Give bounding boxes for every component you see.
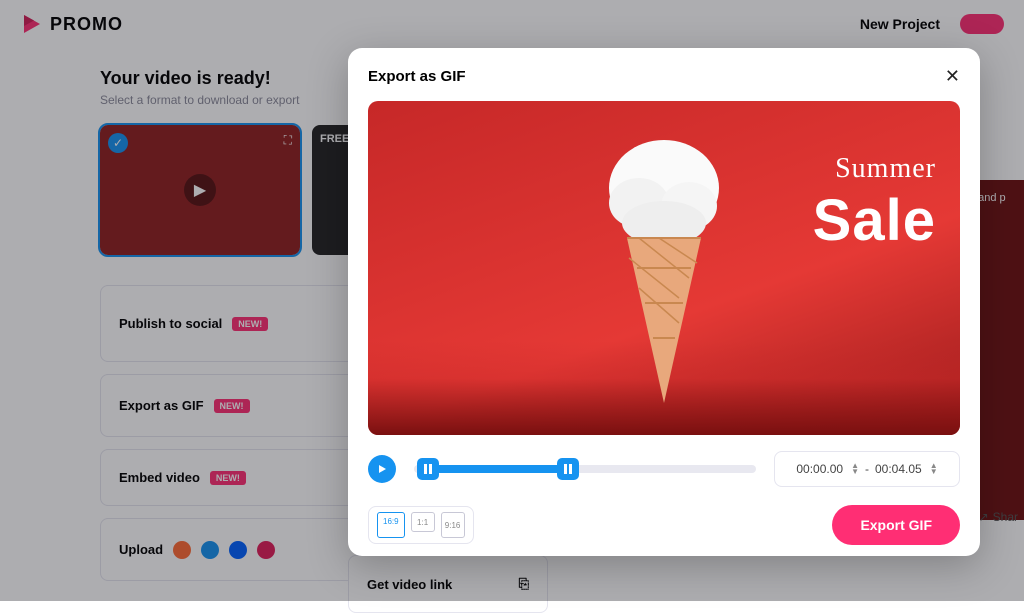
trim-timeline[interactable] bbox=[414, 458, 756, 480]
pause-icon bbox=[424, 464, 432, 474]
modal-title: Export as GIF bbox=[368, 68, 466, 85]
stepper-icon[interactable]: ▲▼ bbox=[930, 463, 938, 475]
stepper-icon[interactable]: ▲▼ bbox=[851, 463, 859, 475]
ice-cream-graphic bbox=[589, 128, 739, 408]
time-start: 00:00.00 bbox=[796, 462, 843, 476]
ratio-9-16[interactable]: 9:16 bbox=[441, 512, 465, 538]
play-icon bbox=[376, 463, 388, 475]
export-gif-modal: Export as GIF ✕ Summer Sale bbox=[348, 48, 980, 556]
pause-icon bbox=[564, 464, 572, 474]
ratio-16-9[interactable]: 16:9 bbox=[377, 512, 405, 538]
ratio-1-1[interactable]: 1:1 bbox=[411, 512, 435, 532]
gif-preview: Summer Sale bbox=[368, 101, 960, 435]
trim-handle-start[interactable] bbox=[417, 458, 439, 480]
play-button[interactable] bbox=[368, 455, 396, 483]
aspect-ratio-picker: 16:9 1:1 9:16 bbox=[368, 506, 474, 544]
preview-text-line1: Summer bbox=[835, 153, 936, 185]
close-icon[interactable]: ✕ bbox=[945, 66, 960, 87]
time-end: 00:04.05 bbox=[875, 462, 922, 476]
preview-text-line2: Sale bbox=[813, 187, 936, 254]
trim-handle-end[interactable] bbox=[557, 458, 579, 480]
time-sep: - bbox=[865, 462, 869, 476]
export-gif-button[interactable]: Export GIF bbox=[832, 505, 960, 545]
time-range-input[interactable]: 00:00.00 ▲▼ - 00:04.05 ▲▼ bbox=[774, 451, 960, 487]
